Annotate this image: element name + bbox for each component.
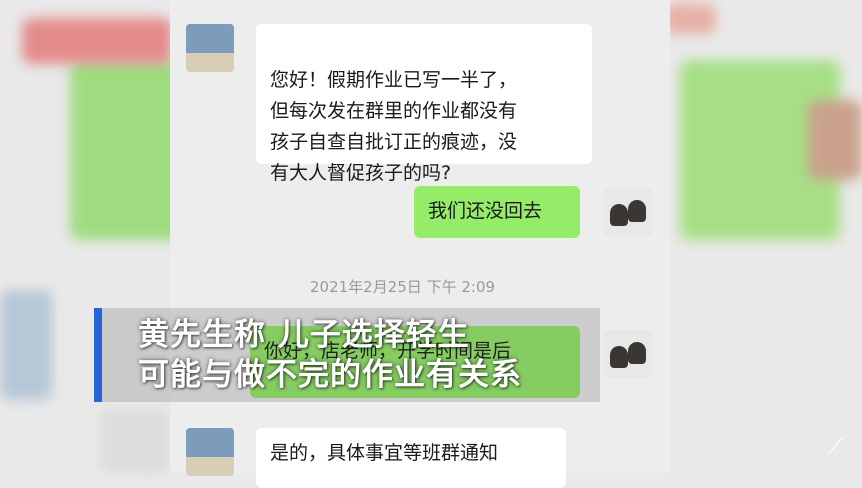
message-timestamp: 2021年2月25日 下午 2:09 bbox=[310, 278, 496, 296]
news-caption: 黄先生称 儿子选择轻生 可能与做不完的作业有关系 bbox=[94, 308, 600, 402]
message-text: 您好！假期作业已写一半了， 但每次发在群里的作业都没有 孩子自查自批订正的痕迹，… bbox=[270, 69, 518, 184]
blurred-avatar-top-left bbox=[22, 18, 172, 64]
self-avatar[interactable] bbox=[604, 330, 652, 378]
contact-avatar[interactable] bbox=[186, 428, 234, 476]
message-bubble-outgoing[interactable]: 我们还没回去 bbox=[414, 186, 580, 238]
blurred-face-right bbox=[808, 100, 862, 180]
caption-line-1: 黄先生称 儿子选择轻生 bbox=[138, 317, 470, 353]
message-bubble-incoming[interactable]: 是的，具体事宜等班群通知 bbox=[256, 428, 566, 488]
self-avatar[interactable] bbox=[604, 188, 652, 236]
blurred-avatar-top-right bbox=[664, 4, 716, 34]
slash-watermark-icon: ⟋ bbox=[827, 435, 843, 460]
blurred-shape-bottom-left bbox=[100, 410, 170, 473]
message-text: 是的，具体事宜等班群通知 bbox=[270, 442, 499, 464]
contact-avatar[interactable] bbox=[186, 24, 234, 72]
blurred-shape-left bbox=[0, 290, 52, 400]
caption-line-2: 可能与做不完的作业有关系 bbox=[138, 357, 522, 393]
message-bubble-incoming[interactable]: 您好！假期作业已写一半了， 但每次发在群里的作业都没有 孩子自查自批订正的痕迹，… bbox=[256, 24, 592, 184]
chat-panel: 您好！假期作业已写一半了， 但每次发在群里的作业都没有 孩子自查自批订正的痕迹，… bbox=[170, 0, 670, 488]
message-text: 我们还没回去 bbox=[428, 200, 543, 222]
